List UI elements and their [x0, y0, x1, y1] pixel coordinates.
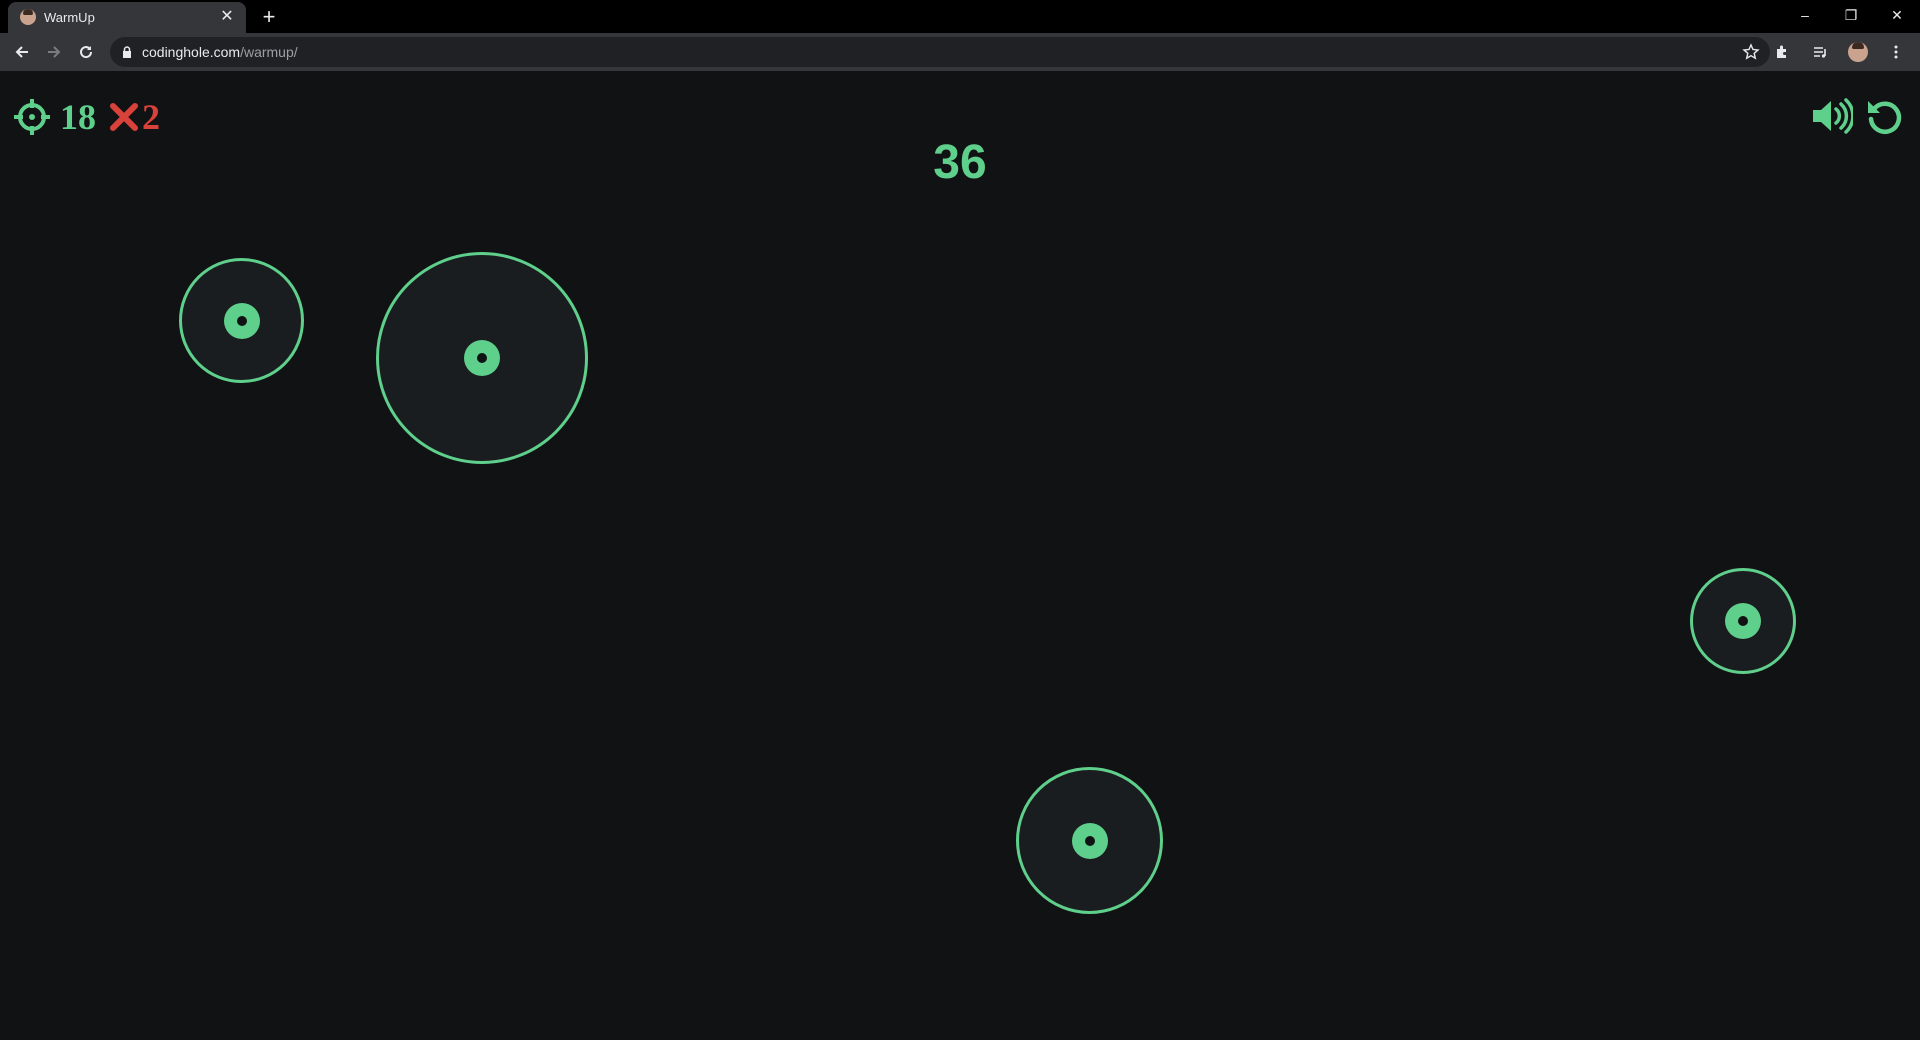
kebab-menu-icon [1894, 45, 1898, 59]
hud-controls [1810, 94, 1906, 138]
game-area[interactable]: 18 2 36 [0, 71, 1920, 1040]
url-path: /warmup/ [240, 44, 298, 60]
speaker-icon [1813, 98, 1853, 134]
restart-icon [1868, 101, 1902, 134]
address-bar[interactable]: codinghole.com/warmup/ [110, 37, 1770, 67]
browser-tab[interactable]: WarmUp ✕ [8, 2, 246, 33]
extension-area [1768, 38, 1910, 66]
tab-title: WarmUp [44, 10, 95, 25]
target[interactable] [179, 258, 304, 383]
window-controls: – ❐ ✕ [1782, 0, 1920, 30]
lock-icon [123, 46, 131, 58]
reload-icon [80, 46, 93, 59]
forward-arrow-icon [48, 46, 61, 58]
target-center [477, 353, 487, 363]
restore-button[interactable]: ❐ [1828, 0, 1874, 30]
favicon-icon [20, 9, 36, 25]
browser-toolbar: codinghole.com/warmup/ [0, 33, 1920, 72]
target-center [1084, 835, 1095, 846]
close-window-button[interactable]: ✕ [1874, 0, 1920, 30]
profile-button[interactable] [1844, 38, 1872, 66]
back-button[interactable] [8, 38, 36, 66]
back-arrow-icon [15, 46, 28, 58]
avatar [1848, 42, 1868, 62]
reading-list-button[interactable] [1806, 38, 1834, 66]
target-center [1738, 616, 1748, 626]
forward-button[interactable] [40, 38, 68, 66]
target-center [236, 315, 247, 326]
target[interactable] [376, 252, 588, 464]
minimize-button[interactable]: – [1782, 0, 1828, 30]
x-icon [110, 103, 138, 131]
crosshair-icon [14, 99, 50, 135]
browser-titlebar: WarmUp ✕ + – ❐ ✕ [0, 0, 1920, 33]
bookmark-star-icon[interactable] [1742, 43, 1760, 61]
url-text: codinghole.com/warmup/ [142, 44, 298, 60]
url-host: codinghole.com [142, 44, 241, 60]
misses-count: 2 [142, 97, 160, 137]
reload-button[interactable] [72, 38, 100, 66]
sound-toggle-button[interactable] [1810, 94, 1854, 138]
tab-close-icon[interactable]: ✕ [218, 8, 236, 26]
extensions-button[interactable] [1768, 38, 1796, 66]
target[interactable] [1016, 767, 1163, 914]
target[interactable] [1690, 568, 1796, 674]
playlist-icon [1814, 47, 1826, 58]
browser-menu-button[interactable] [1882, 38, 1910, 66]
score-panel: 18 2 [14, 96, 160, 138]
new-tab-button[interactable]: + [256, 5, 282, 31]
timer: 36 [933, 136, 987, 189]
restart-button[interactable] [1862, 94, 1906, 138]
puzzle-icon [1777, 45, 1786, 58]
hits-count: 18 [60, 97, 96, 137]
